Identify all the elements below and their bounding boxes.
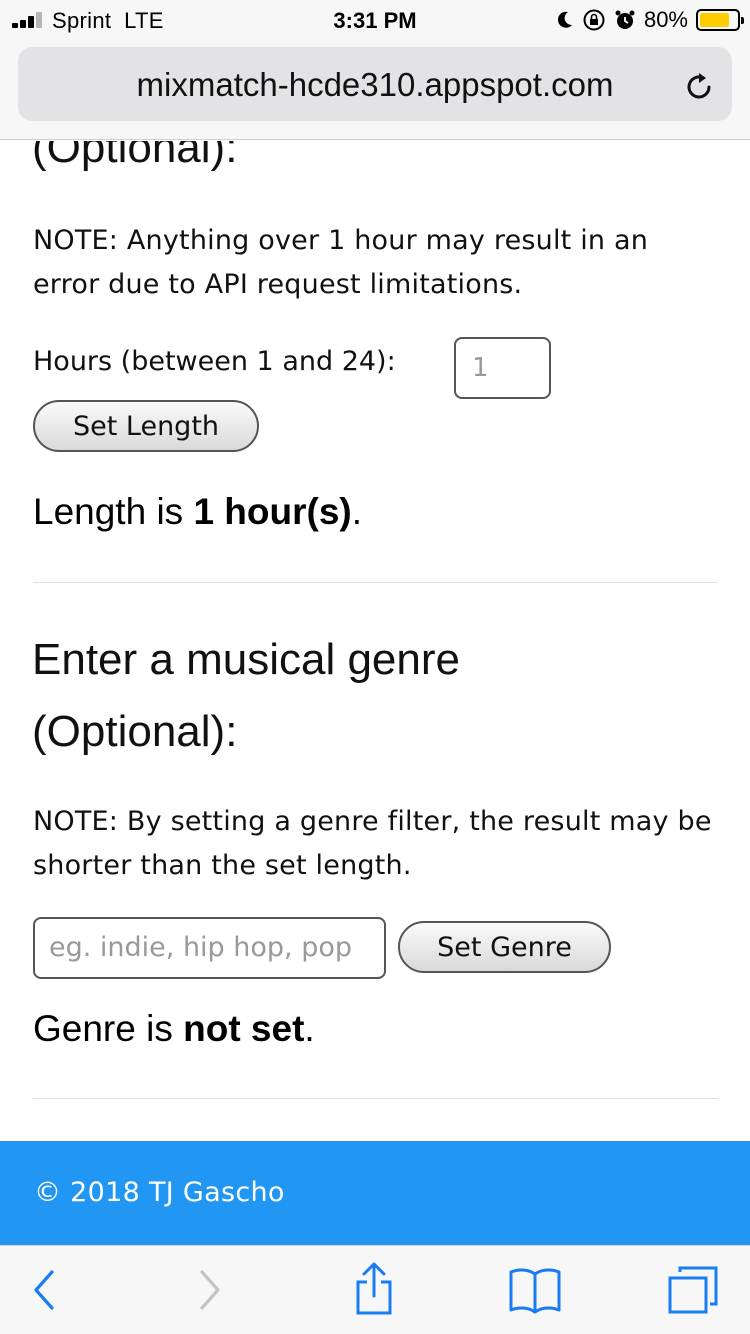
length-status-prefix: Length is xyxy=(33,491,194,532)
genre-heading-line2: (Optional): xyxy=(32,707,238,756)
reload-icon[interactable] xyxy=(682,70,716,104)
genre-status-suffix: . xyxy=(304,1008,315,1049)
status-bar: Sprint LTE 3:31 PM 80% xyxy=(0,0,750,40)
section-divider xyxy=(33,582,718,583)
browser-address-bar: mixmatch-hcde310.appspot.com xyxy=(0,40,750,140)
length-status: Length is 1 hour(s). xyxy=(33,491,362,533)
genre-status: Genre is not set. xyxy=(33,1008,315,1050)
copyright-text: © 2018 TJ Gascho xyxy=(34,1177,285,1208)
forward-icon[interactable] xyxy=(196,1268,224,1312)
battery-level xyxy=(700,13,729,27)
alarm-icon xyxy=(615,10,635,29)
hours-input[interactable]: 1 xyxy=(454,337,551,399)
genre-note: NOTE: By setting a genre filter, the res… xyxy=(33,806,712,881)
length-section-heading: (Optional): xyxy=(32,141,238,172)
page-content: (Optional): NOTE: Anything over 1 hour m… xyxy=(0,141,750,1141)
tabs-icon[interactable] xyxy=(666,1264,720,1316)
url-text[interactable]: mixmatch-hcde310.appspot.com xyxy=(0,66,750,104)
set-length-button[interactable]: Set Length xyxy=(33,400,259,452)
length-note: NOTE: Anything over 1 hour may result in… xyxy=(33,225,649,300)
orientation-lock-icon xyxy=(583,9,605,31)
bookmarks-icon[interactable] xyxy=(508,1266,562,1314)
battery-percent: 80% xyxy=(643,7,688,32)
browser-toolbar xyxy=(0,1245,750,1334)
length-status-value: 1 hour(s) xyxy=(193,491,352,532)
set-genre-button[interactable]: Set Genre xyxy=(398,921,611,973)
genre-status-value: not set xyxy=(183,1008,305,1049)
battery-icon xyxy=(696,9,744,31)
moon-icon xyxy=(557,11,572,28)
status-icons: 80% xyxy=(556,6,744,34)
hours-label: Hours (between 1 and 24): xyxy=(33,346,396,377)
genre-status-prefix: Genre is xyxy=(33,1008,184,1049)
back-icon[interactable] xyxy=(30,1268,58,1312)
genre-heading-line1: Enter a musical genre xyxy=(32,635,460,684)
length-status-suffix: . xyxy=(351,491,363,532)
page-footer: © 2018 TJ Gascho xyxy=(0,1141,750,1245)
genre-input[interactable]: eg. indie, hip hop, pop xyxy=(33,917,386,979)
section-divider xyxy=(33,1098,718,1099)
share-icon[interactable] xyxy=(352,1262,396,1316)
